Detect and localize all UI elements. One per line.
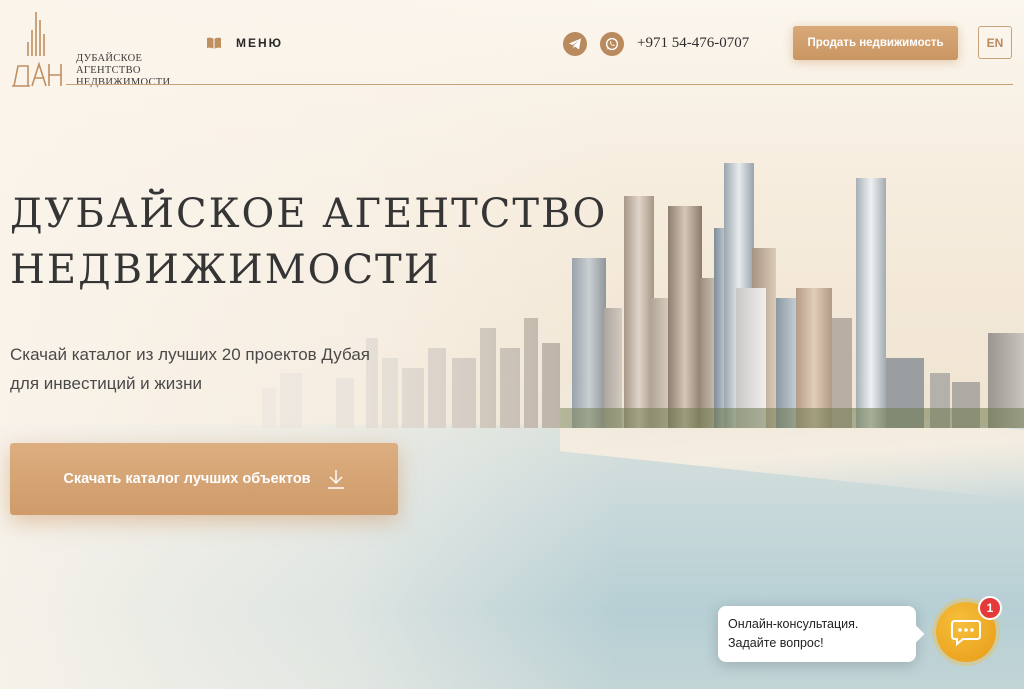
whatsapp-button[interactable] [600,32,624,56]
building [736,288,766,428]
phone-link[interactable]: +971 54-476-0707 [637,35,749,52]
chat-prompt-bubble[interactable]: Онлайн-консультация. Задайте вопрос! [718,606,916,662]
telegram-icon [569,38,581,50]
building [796,288,832,428]
chat-notification-badge: 1 [978,596,1002,620]
palm-trees [560,408,1024,428]
chat-prompt-line-2: Задайте вопрос! [728,636,824,650]
hero-subtitle-line-2: для инвестиций и жизни [10,374,202,393]
logo-line-3: недвижимости [76,77,171,88]
hero-subtitle-line-1: Скачай каталог из лучших 20 проектов Дуб… [10,345,370,364]
chat-prompt-line-1: Онлайн-консультация. [728,617,859,631]
menu-label: МЕНЮ [236,36,284,50]
hero-title-line-1: Дубайское агентство [10,191,608,237]
language-switch-button[interactable]: EN [978,26,1012,59]
menu-button[interactable]: МЕНЮ [206,36,283,50]
book-icon [207,37,221,49]
download-catalog-button[interactable]: Скачать каталог лучших объектов [10,443,398,515]
logo[interactable]: Дубайское агентство недвижимости [10,10,170,90]
building [668,206,702,428]
logo-line-2: агентство [76,65,141,76]
hero-subtitle: Скачай каталог из лучших 20 проектов Дуб… [10,340,430,398]
logo-line-1: Дубайское [76,53,143,64]
header-divider [66,84,1013,85]
telegram-button[interactable] [563,32,587,56]
hero-title-line-2: недвижимости [10,247,441,293]
sell-property-button[interactable]: Продать недвижимость [793,26,958,60]
download-catalog-label: Скачать каталог лучших объектов [63,471,311,487]
whatsapp-icon [605,37,619,51]
building [856,178,886,428]
download-arrow-icon [327,470,344,489]
chat-icon [951,620,981,647]
hero-title: Дубайское агентство недвижимости [10,186,607,298]
logo-mark-icon [12,12,62,87]
